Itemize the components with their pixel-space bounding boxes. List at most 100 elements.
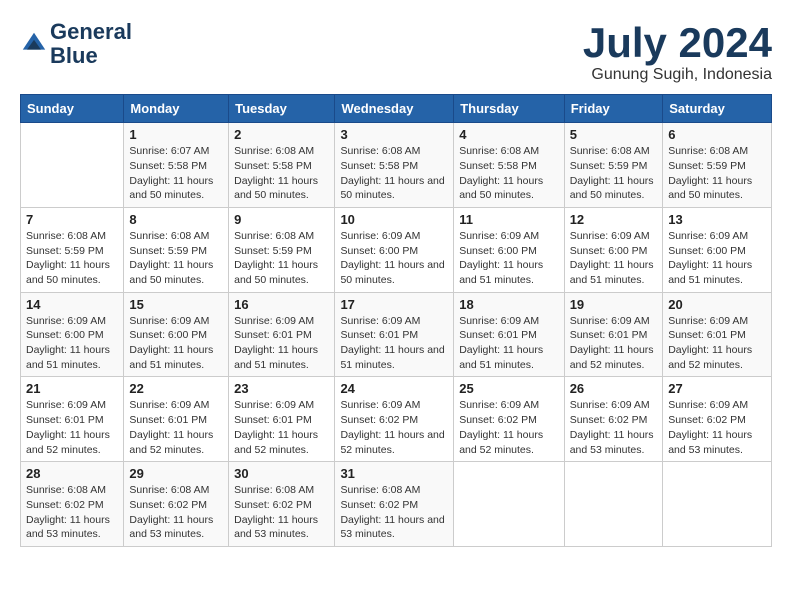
calendar-cell: 13 Sunrise: 6:09 AMSunset: 6:00 PMDayligh… bbox=[663, 207, 772, 292]
day-number: 8 bbox=[129, 212, 223, 227]
day-number: 31 bbox=[340, 466, 448, 481]
day-info: Sunrise: 6:08 AMSunset: 6:02 PMDaylight:… bbox=[340, 483, 448, 542]
day-number: 15 bbox=[129, 297, 223, 312]
weekday-header-row: SundayMondayTuesdayWednesdayThursdayFrid… bbox=[21, 95, 772, 123]
calendar-cell: 8 Sunrise: 6:08 AMSunset: 5:59 PMDaylight… bbox=[124, 207, 229, 292]
calendar-cell: 2 Sunrise: 6:08 AMSunset: 5:58 PMDaylight… bbox=[229, 123, 335, 208]
weekday-header: Tuesday bbox=[229, 95, 335, 123]
page-header: General Blue July 2024 Gunung Sugih, Ind… bbox=[20, 20, 772, 84]
calendar-cell: 30 Sunrise: 6:08 AMSunset: 6:02 PMDayligh… bbox=[229, 462, 335, 547]
day-number: 17 bbox=[340, 297, 448, 312]
day-info: Sunrise: 6:09 AMSunset: 6:00 PMDaylight:… bbox=[26, 314, 118, 373]
day-info: Sunrise: 6:09 AMSunset: 6:00 PMDaylight:… bbox=[459, 229, 558, 288]
calendar-cell: 10 Sunrise: 6:09 AMSunset: 6:00 PMDayligh… bbox=[335, 207, 454, 292]
calendar-cell: 26Sunrise: 6:09 AMSunset: 6:02 PMDayligh… bbox=[564, 377, 663, 462]
calendar-cell: 16Sunrise: 6:09 AMSunset: 6:01 PMDayligh… bbox=[229, 292, 335, 377]
day-info: Sunrise: 6:08 AMSunset: 5:59 PMDaylight:… bbox=[26, 229, 118, 288]
day-number: 2 bbox=[234, 127, 329, 142]
weekday-header: Friday bbox=[564, 95, 663, 123]
day-info: Sunrise: 6:08 AMSunset: 5:58 PMDaylight:… bbox=[234, 144, 329, 203]
day-info: Sunrise: 6:09 AMSunset: 6:01 PMDaylight:… bbox=[570, 314, 658, 373]
day-number: 4 bbox=[459, 127, 558, 142]
calendar-cell: 28 Sunrise: 6:08 AMSunset: 6:02 PMDayligh… bbox=[21, 462, 124, 547]
calendar-week-row: 28 Sunrise: 6:08 AMSunset: 6:02 PMDayligh… bbox=[21, 462, 772, 547]
calendar-cell: 17 Sunrise: 6:09 AMSunset: 6:01 PMDayligh… bbox=[335, 292, 454, 377]
calendar-week-row: 1 Sunrise: 6:07 AMSunset: 5:58 PMDaylight… bbox=[21, 123, 772, 208]
day-number: 14 bbox=[26, 297, 118, 312]
day-number: 22 bbox=[129, 381, 223, 396]
day-number: 21 bbox=[26, 381, 118, 396]
calendar-week-row: 21 Sunrise: 6:09 AMSunset: 6:01 PMDayligh… bbox=[21, 377, 772, 462]
weekday-header: Thursday bbox=[454, 95, 564, 123]
day-number: 1 bbox=[129, 127, 223, 142]
calendar-cell: 22 Sunrise: 6:09 AMSunset: 6:01 PMDayligh… bbox=[124, 377, 229, 462]
calendar-cell: 3 Sunrise: 6:08 AMSunset: 5:58 PMDaylight… bbox=[335, 123, 454, 208]
title-area: July 2024 Gunung Sugih, Indonesia bbox=[583, 20, 772, 84]
day-number: 3 bbox=[340, 127, 448, 142]
day-number: 30 bbox=[234, 466, 329, 481]
day-info: Sunrise: 6:09 AMSunset: 6:02 PMDaylight:… bbox=[570, 398, 658, 457]
calendar-week-row: 14 Sunrise: 6:09 AMSunset: 6:00 PMDayligh… bbox=[21, 292, 772, 377]
day-number: 12 bbox=[570, 212, 658, 227]
day-info: Sunrise: 6:07 AMSunset: 5:58 PMDaylight:… bbox=[129, 144, 223, 203]
calendar-cell bbox=[663, 462, 772, 547]
day-number: 7 bbox=[26, 212, 118, 227]
calendar-cell: 25 Sunrise: 6:09 AMSunset: 6:02 PMDayligh… bbox=[454, 377, 564, 462]
calendar-cell bbox=[454, 462, 564, 547]
calendar-cell: 4 Sunrise: 6:08 AMSunset: 5:58 PMDaylight… bbox=[454, 123, 564, 208]
calendar-cell: 1 Sunrise: 6:07 AMSunset: 5:58 PMDaylight… bbox=[124, 123, 229, 208]
calendar-cell: 20 Sunrise: 6:09 AMSunset: 6:01 PMDayligh… bbox=[663, 292, 772, 377]
month-title: July 2024 bbox=[583, 20, 772, 66]
calendar-cell: 23 Sunrise: 6:09 AMSunset: 6:01 PMDayligh… bbox=[229, 377, 335, 462]
logo: General Blue bbox=[20, 20, 132, 68]
day-info: Sunrise: 6:09 AMSunset: 6:01 PMDaylight:… bbox=[668, 314, 766, 373]
day-info: Sunrise: 6:09 AMSunset: 6:02 PMDaylight:… bbox=[340, 398, 448, 457]
calendar-cell: 9Sunrise: 6:08 AMSunset: 5:59 PMDaylight… bbox=[229, 207, 335, 292]
day-info: Sunrise: 6:09 AMSunset: 6:01 PMDaylight:… bbox=[340, 314, 448, 373]
day-info: Sunrise: 6:09 AMSunset: 6:00 PMDaylight:… bbox=[129, 314, 223, 373]
day-info: Sunrise: 6:08 AMSunset: 5:59 PMDaylight:… bbox=[129, 229, 223, 288]
day-info: Sunrise: 6:09 AMSunset: 6:01 PMDaylight:… bbox=[129, 398, 223, 457]
day-info: Sunrise: 6:09 AMSunset: 6:00 PMDaylight:… bbox=[340, 229, 448, 288]
day-number: 10 bbox=[340, 212, 448, 227]
day-info: Sunrise: 6:08 AMSunset: 5:59 PMDaylight:… bbox=[668, 144, 766, 203]
day-number: 13 bbox=[668, 212, 766, 227]
calendar-cell: 21 Sunrise: 6:09 AMSunset: 6:01 PMDayligh… bbox=[21, 377, 124, 462]
day-info: Sunrise: 6:09 AMSunset: 6:01 PMDaylight:… bbox=[26, 398, 118, 457]
day-info: Sunrise: 6:08 AMSunset: 6:02 PMDaylight:… bbox=[26, 483, 118, 542]
day-number: 20 bbox=[668, 297, 766, 312]
day-info: Sunrise: 6:09 AMSunset: 6:00 PMDaylight:… bbox=[570, 229, 658, 288]
calendar-cell: 12 Sunrise: 6:09 AMSunset: 6:00 PMDayligh… bbox=[564, 207, 663, 292]
calendar-cell: 27Sunrise: 6:09 AMSunset: 6:02 PMDayligh… bbox=[663, 377, 772, 462]
calendar-cell: 31 Sunrise: 6:08 AMSunset: 6:02 PMDayligh… bbox=[335, 462, 454, 547]
calendar-cell: 24Sunrise: 6:09 AMSunset: 6:02 PMDayligh… bbox=[335, 377, 454, 462]
day-number: 6 bbox=[668, 127, 766, 142]
day-info: Sunrise: 6:09 AMSunset: 6:02 PMDaylight:… bbox=[668, 398, 766, 457]
day-info: Sunrise: 6:08 AMSunset: 5:58 PMDaylight:… bbox=[459, 144, 558, 203]
day-number: 28 bbox=[26, 466, 118, 481]
day-info: Sunrise: 6:09 AMSunset: 6:00 PMDaylight:… bbox=[668, 229, 766, 288]
calendar-cell: 5Sunrise: 6:08 AMSunset: 5:59 PMDaylight… bbox=[564, 123, 663, 208]
calendar-cell: 11Sunrise: 6:09 AMSunset: 6:00 PMDayligh… bbox=[454, 207, 564, 292]
day-info: Sunrise: 6:09 AMSunset: 6:02 PMDaylight:… bbox=[459, 398, 558, 457]
day-info: Sunrise: 6:08 AMSunset: 5:59 PMDaylight:… bbox=[234, 229, 329, 288]
day-number: 16 bbox=[234, 297, 329, 312]
logo-icon bbox=[20, 30, 48, 58]
day-number: 19 bbox=[570, 297, 658, 312]
calendar-cell: 29Sunrise: 6:08 AMSunset: 6:02 PMDayligh… bbox=[124, 462, 229, 547]
day-number: 23 bbox=[234, 381, 329, 396]
day-info: Sunrise: 6:09 AMSunset: 6:01 PMDaylight:… bbox=[234, 398, 329, 457]
logo-text: General Blue bbox=[50, 20, 132, 68]
day-number: 25 bbox=[459, 381, 558, 396]
weekday-header: Wednesday bbox=[335, 95, 454, 123]
day-info: Sunrise: 6:08 AMSunset: 5:58 PMDaylight:… bbox=[340, 144, 448, 203]
weekday-header: Saturday bbox=[663, 95, 772, 123]
day-number: 18 bbox=[459, 297, 558, 312]
day-info: Sunrise: 6:08 AMSunset: 6:02 PMDaylight:… bbox=[234, 483, 329, 542]
weekday-header: Sunday bbox=[21, 95, 124, 123]
day-number: 5 bbox=[570, 127, 658, 142]
calendar-table: SundayMondayTuesdayWednesdayThursdayFrid… bbox=[20, 94, 772, 547]
calendar-cell: 18Sunrise: 6:09 AMSunset: 6:01 PMDayligh… bbox=[454, 292, 564, 377]
calendar-cell bbox=[564, 462, 663, 547]
day-info: Sunrise: 6:08 AMSunset: 6:02 PMDaylight:… bbox=[129, 483, 223, 542]
